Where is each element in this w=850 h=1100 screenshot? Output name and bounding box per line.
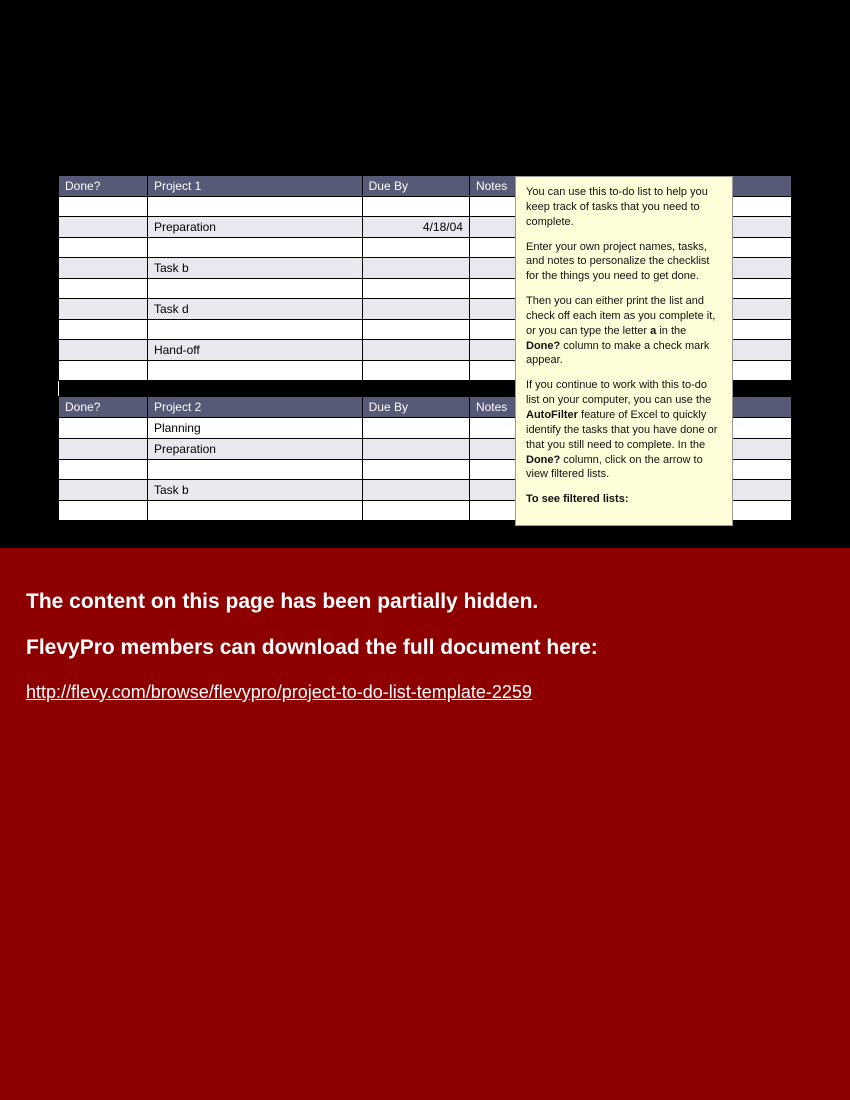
help-paragraph: If you continue to work with this to-do … (526, 378, 722, 482)
overlay-line1: The content on this page has been partia… (26, 590, 824, 614)
help-tooltip: You can use this to-do list to help you … (515, 176, 733, 526)
header-task[interactable]: Project 2 (147, 397, 362, 418)
header-due[interactable]: Due By (362, 176, 469, 197)
header-task[interactable]: Project 1 (147, 176, 362, 197)
help-paragraph: Then you can either print the list and c… (526, 294, 722, 368)
paywall-overlay: The content on this page has been partia… (0, 548, 850, 1100)
overlay-link[interactable]: http://flevy.com/browse/flevypro/project… (26, 682, 532, 702)
overlay-line2: FlevyPro members can download the full d… (26, 636, 824, 660)
header-done[interactable]: Done? (59, 397, 148, 418)
help-paragraph: You can use this to-do list to help you … (526, 185, 722, 230)
header-due[interactable]: Due By (362, 397, 469, 418)
header-done[interactable]: Done? (59, 176, 148, 197)
help-paragraph: To see filtered lists: (526, 492, 722, 507)
help-paragraph: Enter your own project names, tasks, and… (526, 240, 722, 285)
